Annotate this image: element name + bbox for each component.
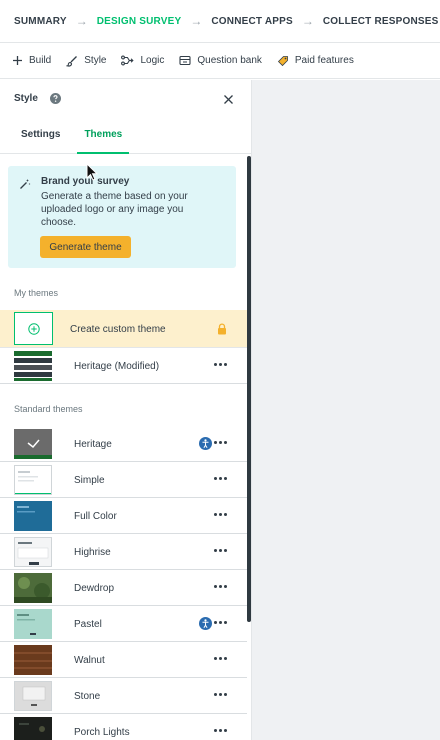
- theme-row-full-color[interactable]: Full Color: [0, 498, 247, 534]
- more-options-icon[interactable]: [214, 441, 227, 444]
- step-connect-apps[interactable]: CONNECT APPS: [211, 0, 292, 42]
- theme-row-heritage-modified[interactable]: Heritage (Modified): [0, 348, 247, 384]
- question-bank-icon: [179, 55, 191, 66]
- step-navigation: SUMMARY → DESIGN SURVEY → CONNECT APPS →…: [0, 0, 440, 43]
- theme-thumbnail: [14, 609, 52, 639]
- step-collect-responses[interactable]: COLLECT RESPONSES: [323, 0, 439, 42]
- style-label: Style: [84, 55, 107, 66]
- more-options-icon[interactable]: [214, 585, 227, 588]
- more-options-icon[interactable]: [214, 693, 227, 696]
- standard-themes-heading: Standard themes: [14, 404, 83, 414]
- accessibility-icon: [199, 437, 212, 450]
- panel-header: Style: [0, 80, 251, 116]
- arrow-right-icon: →: [301, 14, 314, 28]
- close-icon[interactable]: [223, 92, 234, 110]
- step-design-survey[interactable]: DESIGN SURVEY: [96, 0, 182, 42]
- theme-row-heritage[interactable]: Heritage: [0, 426, 247, 462]
- theme-row-highrise[interactable]: Highrise: [0, 534, 247, 570]
- theme-name: Simple: [74, 474, 105, 486]
- theme-thumbnail: [14, 537, 52, 567]
- tab-settings[interactable]: Settings: [14, 115, 67, 153]
- theme-thumbnail: [14, 465, 52, 495]
- panel-tabs: Settings Themes: [0, 116, 251, 154]
- more-options-icon[interactable]: [214, 363, 227, 366]
- style-button[interactable]: Style: [66, 55, 106, 67]
- style-panel: Style Settings Themes Brand your survey …: [0, 80, 252, 740]
- theme-thumbnail: [14, 573, 52, 603]
- plus-icon: [13, 56, 22, 65]
- panel-title: Style: [14, 92, 38, 104]
- more-options-icon[interactable]: [214, 549, 227, 552]
- brand-survey-callout: Brand your survey Generate a theme based…: [8, 166, 236, 268]
- more-options-icon[interactable]: [214, 729, 227, 732]
- build-button[interactable]: Build: [12, 55, 51, 66]
- more-options-icon[interactable]: [214, 657, 227, 660]
- magic-wand-icon: [19, 177, 31, 195]
- theme-name: Full Color: [74, 510, 117, 522]
- survey-preview-canvas: [252, 80, 440, 740]
- branch-icon: [121, 55, 135, 66]
- accessibility-icon: [199, 617, 212, 630]
- paid-features-label: Paid features: [294, 55, 354, 66]
- theme-row-walnut[interactable]: Walnut: [0, 642, 247, 678]
- editor-toolbar: Build Style Logic Question bank Paid fea…: [0, 43, 440, 79]
- add-theme-icon: [14, 312, 53, 345]
- theme-name: Highrise: [74, 546, 111, 558]
- theme-thumbnail: [14, 681, 52, 711]
- generate-theme-button[interactable]: Generate theme: [40, 236, 131, 258]
- panel-scrollbar[interactable]: [247, 156, 251, 622]
- theme-row-dewdrop[interactable]: Dewdrop: [0, 570, 247, 606]
- theme-thumbnail: [14, 717, 52, 740]
- more-options-icon[interactable]: [214, 513, 227, 516]
- theme-name: Pastel: [74, 618, 102, 630]
- more-options-icon[interactable]: [214, 621, 227, 624]
- theme-row-porch-lights[interactable]: Porch Lights: [0, 714, 247, 740]
- theme-row-pastel[interactable]: Pastel: [0, 606, 247, 642]
- paintbrush-icon: [66, 55, 78, 67]
- help-icon[interactable]: [49, 92, 61, 104]
- theme-name: Dewdrop: [74, 582, 115, 594]
- build-label: Build: [29, 55, 52, 66]
- theme-row-simple[interactable]: Simple: [0, 462, 247, 498]
- create-custom-theme-row[interactable]: Create custom theme: [0, 310, 247, 348]
- my-themes-heading: My themes: [14, 288, 59, 298]
- theme-name: Stone: [74, 690, 101, 702]
- theme-thumbnail: [14, 645, 52, 675]
- step-summary[interactable]: SUMMARY: [14, 0, 67, 42]
- lock-icon: [217, 322, 227, 340]
- tag-icon: [277, 55, 288, 66]
- theme-thumbnail: [14, 429, 52, 459]
- tab-themes[interactable]: Themes: [77, 115, 130, 154]
- arrow-right-icon: →: [75, 14, 88, 28]
- mouse-cursor-icon: [86, 162, 99, 186]
- create-custom-theme-label: Create custom theme: [70, 323, 166, 335]
- theme-thumbnail: [14, 501, 52, 531]
- theme-thumbnail: [14, 351, 52, 381]
- theme-name: Heritage (Modified): [74, 360, 160, 372]
- logic-label: Logic: [140, 55, 165, 66]
- theme-name: Walnut: [74, 654, 105, 666]
- brand-description: Generate a theme based on your uploaded …: [41, 191, 188, 228]
- arrow-right-icon: →: [190, 14, 203, 28]
- theme-name: Porch Lights: [74, 726, 130, 738]
- theme-name: Heritage: [74, 438, 112, 450]
- more-options-icon[interactable]: [214, 477, 227, 480]
- logic-button[interactable]: Logic: [121, 55, 164, 66]
- theme-row-stone[interactable]: Stone: [0, 678, 247, 714]
- paid-features-button[interactable]: Paid features: [277, 55, 354, 67]
- question-bank-label: Question bank: [197, 55, 262, 66]
- question-bank-button[interactable]: Question bank: [179, 55, 262, 66]
